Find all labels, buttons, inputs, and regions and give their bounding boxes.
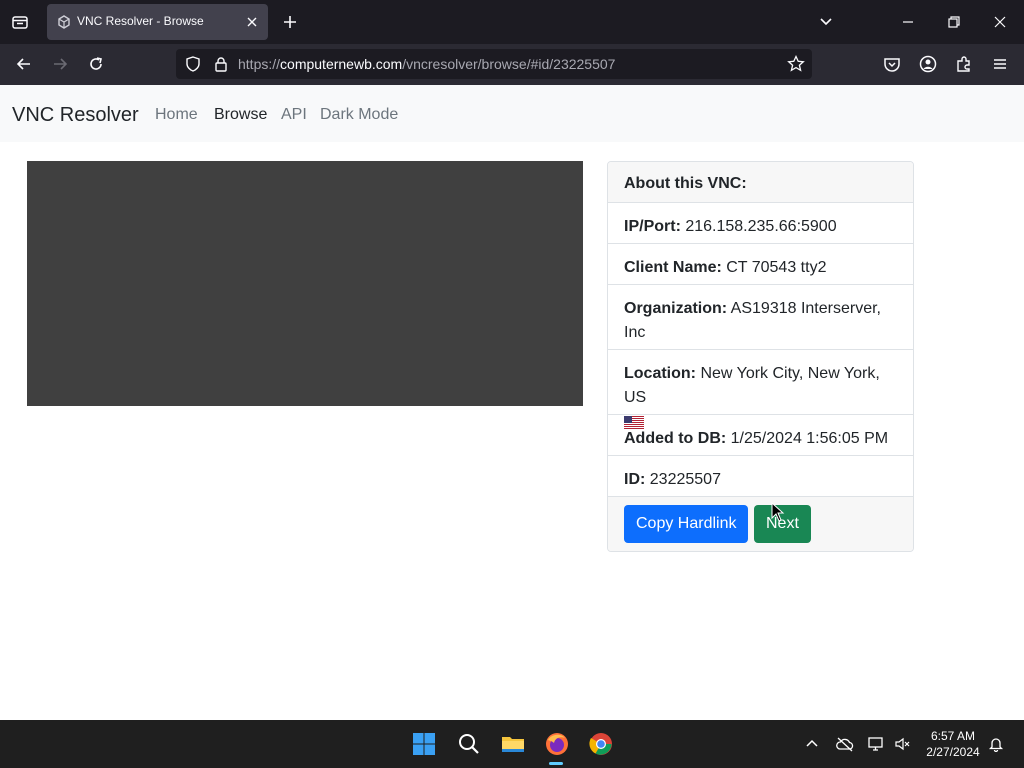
restore-icon[interactable]	[944, 12, 964, 32]
close-window-icon[interactable]	[990, 12, 1010, 32]
organization-row: Organization: AS19318 Interserver, Inc	[608, 285, 913, 350]
client-name-value: CT 70543 tty2	[726, 259, 827, 276]
location-row: Location: New York City, New York, US	[608, 350, 913, 429]
ip-port-row: IP/Port: 216.158.235.66:5900	[608, 203, 913, 244]
active-app-indicator	[549, 762, 563, 765]
url-prefix: https://	[238, 56, 281, 72]
forward-arrow-icon[interactable]	[50, 54, 70, 74]
location-label: Location:	[624, 365, 696, 382]
menu-hamburger-icon[interactable]	[990, 54, 1010, 74]
clock-date: 2/27/2024	[926, 745, 980, 759]
browser-toolbar: https://computernewb.com/vncresolver/bro…	[0, 44, 1024, 85]
organization-label: Organization:	[624, 300, 728, 317]
back-arrow-icon[interactable]	[14, 54, 34, 74]
id-value: 23225507	[649, 471, 721, 488]
mouse-cursor-icon	[771, 502, 785, 522]
site-navbar: VNC Resolver Home Browse API Dark Mode	[0, 85, 1024, 142]
url-text[interactable]: https://computernewb.com/vncresolver/bro…	[238, 56, 615, 72]
address-bar[interactable]: https://computernewb.com/vncresolver/bro…	[176, 49, 812, 79]
browser-tab-strip: VNC Resolver - Browse	[0, 0, 1024, 44]
active-tab[interactable]: VNC Resolver - Browse	[47, 4, 268, 40]
onedrive-cloud-icon[interactable]	[836, 736, 854, 752]
windows-start-icon[interactable]	[412, 732, 436, 756]
added-to-db-row: Added to DB: 1/25/2024 1:56:05 PM	[608, 415, 913, 456]
notification-bell-icon[interactable]	[988, 736, 1004, 752]
close-tab-icon[interactable]	[244, 14, 260, 30]
card-header: About this VNC:	[608, 162, 913, 203]
tab-title: VNC Resolver - Browse	[77, 14, 204, 28]
site-brand[interactable]: VNC Resolver	[12, 104, 139, 127]
nav-link-api[interactable]: API	[281, 106, 307, 124]
added-to-db-label: Added to DB:	[624, 430, 727, 447]
nav-link-dark-mode[interactable]: Dark Mode	[320, 106, 398, 124]
bookmark-star-icon[interactable]	[786, 54, 806, 74]
chevron-down-icon[interactable]	[816, 12, 836, 32]
client-name-label: Client Name:	[624, 259, 722, 276]
site-favicon-icon	[56, 14, 72, 30]
chrome-icon[interactable]	[589, 732, 613, 756]
taskbar-clock[interactable]: 6:57 AM 2/27/2024	[918, 728, 988, 760]
url-host: computernewb.com	[280, 56, 403, 72]
ip-port-label: IP/Port:	[624, 218, 681, 235]
pocket-icon[interactable]	[882, 54, 902, 74]
minimize-icon[interactable]	[898, 12, 918, 32]
nav-link-home[interactable]: Home	[155, 106, 198, 124]
account-icon[interactable]	[918, 54, 938, 74]
extensions-puzzle-icon[interactable]	[954, 54, 974, 74]
search-icon[interactable]	[457, 732, 481, 756]
network-icon[interactable]	[868, 736, 884, 752]
new-tab-plus-icon[interactable]	[280, 12, 300, 32]
volume-muted-icon[interactable]	[894, 736, 910, 752]
card-footer: Copy Hardlink Next	[608, 497, 913, 551]
client-name-row: Client Name: CT 70543 tty2	[608, 244, 913, 285]
vnc-info-card: About this VNC: IP/Port: 216.158.235.66:…	[607, 161, 914, 552]
windows-taskbar: 6:57 AM 2/27/2024	[0, 720, 1024, 768]
ip-port-value: 216.158.235.66:5900	[685, 218, 837, 235]
nav-link-browse[interactable]: Browse	[214, 106, 267, 124]
clock-time: 6:57 AM	[930, 729, 976, 743]
tab-list-icon[interactable]	[8, 10, 32, 34]
lock-icon[interactable]	[212, 55, 230, 73]
firefox-icon[interactable]	[545, 732, 569, 756]
chevron-up-icon[interactable]	[804, 736, 820, 752]
reload-icon[interactable]	[86, 54, 106, 74]
vnc-screenshot	[27, 161, 583, 406]
file-explorer-icon[interactable]	[501, 732, 525, 756]
id-label: ID:	[624, 471, 646, 488]
copy-hardlink-button[interactable]: Copy Hardlink	[624, 505, 749, 543]
id-row: ID: 23225507	[608, 456, 913, 497]
added-to-db-value: 1/25/2024 1:56:05 PM	[730, 430, 889, 447]
shield-icon[interactable]	[184, 55, 202, 73]
url-path: /vncresolver/browse/#id/23225507	[402, 56, 616, 72]
